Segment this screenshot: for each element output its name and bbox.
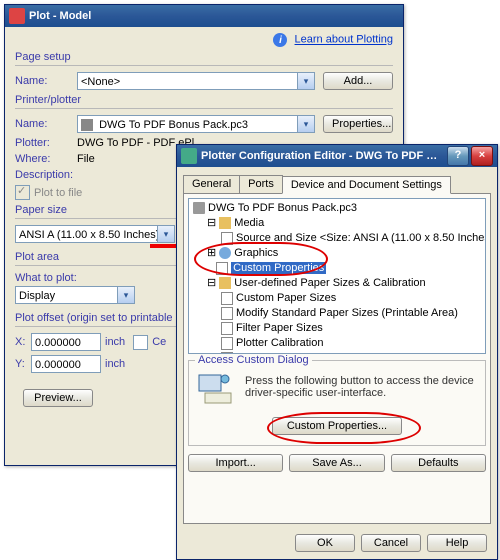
name-label: Name:: [15, 75, 77, 87]
y-label: Y:: [15, 358, 31, 370]
chevron-down-icon: ▾: [157, 226, 174, 242]
help-button[interactable]: Help: [427, 534, 487, 552]
add-button[interactable]: Add...: [323, 72, 393, 90]
x-input[interactable]: 0.000000: [31, 333, 101, 351]
defaults-button[interactable]: Defaults: [391, 454, 486, 472]
page-icon: [221, 322, 233, 335]
access-dialog-text: Press the following button to access the…: [245, 375, 479, 399]
page-setup-combo[interactable]: <None> ▾: [77, 72, 315, 90]
printer-name-label: Name:: [15, 118, 77, 130]
printer-combo[interactable]: DWG To PDF Bonus Pack.pc3 ▾: [77, 115, 315, 133]
tree-custom-properties[interactable]: Custom Properties: [191, 261, 483, 276]
printer-name-value: DWG To PDF Bonus Pack.pc3: [99, 119, 248, 131]
where-value: File: [77, 153, 95, 165]
printer-plotter-label: Printer/plotter: [15, 94, 393, 106]
page-icon: [221, 307, 233, 320]
close-button[interactable]: ×: [471, 146, 493, 166]
chevron-down-icon: ▾: [117, 287, 134, 303]
tree-source-size[interactable]: Source and Size <Size: ANSI A (11.00 x 8…: [191, 231, 483, 246]
gear-icon: [219, 247, 231, 259]
preview-button[interactable]: Preview...: [23, 389, 93, 407]
where-label: Where:: [15, 153, 77, 165]
chevron-down-icon: ▾: [297, 116, 314, 132]
center-checkbox[interactable]: [133, 335, 148, 350]
cancel-button[interactable]: Cancel: [361, 534, 421, 552]
paper-size-value: ANSI A (11.00 x 8.50 Inches): [19, 229, 159, 241]
x-label: X:: [15, 336, 31, 348]
page-icon: [216, 262, 228, 275]
page-setup-value: <None>: [81, 76, 120, 88]
page-icon: [221, 337, 233, 350]
tab-content: DWG To PDF Bonus Pack.pc3 ⊟ Media Source…: [183, 194, 491, 524]
page-setup-label: Page setup: [15, 51, 393, 63]
access-custom-dialog-group: Access Custom Dialog Press the following…: [188, 360, 486, 446]
plot-title: Plot - Model: [29, 10, 91, 22]
learn-plotting-link[interactable]: Learn about Plotting: [295, 34, 393, 46]
tree-filter-paper[interactable]: Filter Paper Sizes: [191, 321, 483, 336]
plotter-label: Plotter:: [15, 137, 77, 149]
ok-button[interactable]: OK: [295, 534, 355, 552]
access-dialog-legend: Access Custom Dialog: [195, 354, 312, 366]
tree-plotter-calib[interactable]: Plotter Calibration: [191, 336, 483, 351]
tree-media[interactable]: ⊟ Media: [191, 216, 483, 231]
tree-graphics[interactable]: ⊞ Graphics: [191, 246, 483, 261]
y-input[interactable]: 0.000000: [31, 355, 101, 373]
custom-properties-button[interactable]: Custom Properties...: [272, 417, 402, 435]
tree-root[interactable]: DWG To PDF Bonus Pack.pc3: [191, 201, 483, 216]
properties-button[interactable]: Properties...: [323, 115, 393, 133]
save-as-button[interactable]: Save As...: [289, 454, 384, 472]
editor-title: Plotter Configuration Editor - DWG To PD…: [201, 150, 445, 162]
tree-custom-paper[interactable]: Custom Paper Sizes: [191, 291, 483, 306]
dialog-buttons: OK Cancel Help: [177, 528, 497, 558]
description-label: Description:: [15, 169, 77, 181]
page-icon: [221, 292, 233, 305]
page-icon: [221, 232, 233, 245]
tab-ports[interactable]: Ports: [239, 175, 283, 193]
plot-titlebar[interactable]: Plot - Model: [5, 5, 403, 27]
tree-modify-std[interactable]: Modify Standard Paper Sizes (Printable A…: [191, 306, 483, 321]
y-unit: inch: [105, 358, 125, 370]
what-to-plot-value: Display: [19, 290, 55, 302]
app-icon: [9, 8, 25, 24]
editor-titlebar[interactable]: Plotter Configuration Editor - DWG To PD…: [177, 145, 497, 167]
what-to-plot-combo[interactable]: Display ▾: [15, 286, 135, 304]
folder-icon: [219, 277, 231, 289]
x-unit: inch: [105, 336, 125, 348]
printer-icon: [81, 119, 93, 131]
info-icon: i: [273, 33, 287, 47]
tree-user-defined[interactable]: ⊟ User-defined Paper Sizes & Calibration: [191, 276, 483, 291]
printer-icon: [193, 202, 205, 214]
plotter-config-dialog: Plotter Configuration Editor - DWG To PD…: [176, 144, 498, 560]
paper-size-combo[interactable]: ANSI A (11.00 x 8.50 Inches) ▾: [15, 225, 175, 243]
folder-icon: [219, 217, 231, 229]
import-button[interactable]: Import...: [188, 454, 283, 472]
center-label: Ce: [152, 336, 166, 348]
device-icon: [195, 369, 235, 405]
chevron-down-icon: ▾: [297, 73, 314, 89]
tab-device-settings[interactable]: Device and Document Settings: [282, 176, 451, 194]
help-titlebar-button[interactable]: ?: [447, 146, 469, 166]
editor-app-icon: [181, 148, 197, 164]
tabs: General Ports Device and Document Settin…: [183, 175, 491, 194]
plot-to-file-checkbox[interactable]: ✓: [15, 185, 30, 200]
plot-to-file-label: Plot to file: [34, 187, 82, 199]
tab-general[interactable]: General: [183, 175, 240, 193]
settings-tree[interactable]: DWG To PDF Bonus Pack.pc3 ⊟ Media Source…: [188, 198, 486, 354]
